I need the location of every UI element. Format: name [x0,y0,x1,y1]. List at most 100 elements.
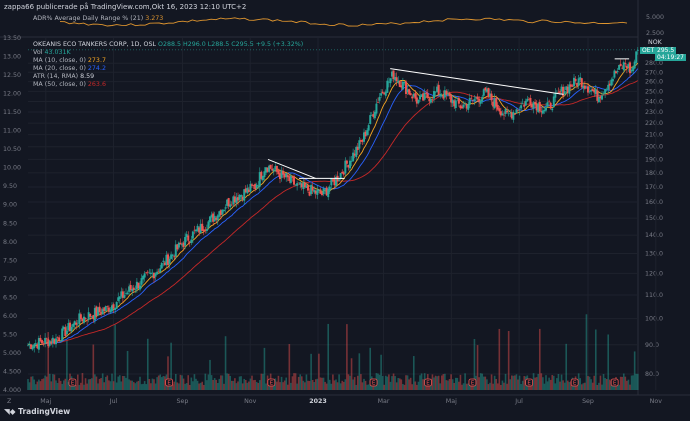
volume-bar [187,375,190,390]
volume-bar [397,378,400,390]
volume-bar [229,375,232,390]
earnings-event-letter: E [270,381,274,387]
right-axis-tick-label: 140.0 [645,232,663,239]
volume-bar [434,375,437,390]
volume-bar [593,375,596,390]
volume-bar [451,379,454,390]
volume-bar [510,375,513,390]
volume-bar [206,380,208,390]
earnings-event-letter: E [573,381,577,387]
volume-bar [420,373,423,390]
volume-bar [297,376,300,390]
candle-body [395,77,398,82]
volume-bar [408,379,410,390]
candle-body [345,160,348,164]
candle-body [126,292,129,295]
candle-body [389,78,392,84]
candle-body [524,100,527,106]
volume-bar [122,375,124,390]
volume-bar [622,373,625,390]
last-price-badge: 295.5 [655,47,677,54]
earnings-event-letter: E [372,381,376,387]
candle-body [134,289,137,290]
candle-body [367,125,370,131]
candle-body [635,51,638,63]
volume-bar [52,374,54,390]
volume-bar [588,376,591,390]
volume-bar [27,379,29,390]
volume-bar [504,373,507,390]
volume-bar [484,376,487,390]
right-axis-tick-label: 270.0 [645,69,663,76]
volume-bar [562,380,564,390]
ma10-value: 273.7 [87,57,106,64]
volume-bar [176,382,179,390]
candle-body [224,207,227,209]
volume-bar [114,324,116,390]
ma50-legend: MA (50, close, 0) 263.6 [33,81,106,89]
volume-bar [618,384,620,390]
volume-bar [476,345,479,390]
ma50-label: MA (50, close, 0) [33,81,86,88]
volume-bar [546,381,549,390]
right-axis-tick-label: 130.0 [645,251,663,258]
volume-bar [212,379,214,390]
volume-bar [458,381,460,390]
volume-bar [515,374,518,390]
volume-bar [437,375,440,390]
right-axis-tick-label: 110.0 [645,292,663,299]
candle-body [269,164,272,169]
volume-bar [490,374,493,390]
volume-bar [159,374,162,390]
candle-body [381,91,384,94]
candle-body [563,91,566,95]
volume-bar [416,384,418,390]
volume-bar [280,376,283,390]
right-axis-tick-label: 150.0 [645,215,663,222]
tradingview-logo-icon: ◥◆ [4,407,16,416]
x-axis-tick-label: Sep [582,398,594,405]
volume-bar [517,379,519,390]
earnings-event-letter: E [613,381,617,387]
volume-bar [302,380,305,390]
candle-body [272,169,275,172]
volume-bar [260,373,263,390]
volume-bar [39,381,42,390]
volume-bar [276,381,278,390]
candle-body [574,78,577,82]
candle-body [27,344,29,346]
ma20-legend: MA (20, close, 0) 274.2 [33,65,106,73]
candle-body [529,98,532,106]
volume-bar [355,384,358,390]
volume-bar [381,375,384,390]
volume-bar [353,377,356,390]
volume-bar [333,380,336,390]
volume-bar [188,384,191,390]
candle-body [58,337,61,341]
candle-body [115,301,118,309]
volume-bar [624,376,627,390]
volume-bar [199,382,202,390]
volume-bar [248,381,250,390]
right-axis-tick-label: 260.0 [645,79,663,86]
volume-bar [136,381,138,390]
candle-body [546,102,549,107]
volume-bar [131,380,134,390]
volume-bar [83,384,85,390]
volume-bar [126,350,129,390]
candle-body [84,317,87,319]
volume-bar [342,381,345,390]
left-axis-tick-label: 4.500 [3,368,21,375]
candle-body [328,186,331,191]
volume-bar [44,375,46,390]
volume-bar [100,378,102,390]
volume-bar [364,380,367,390]
volume-bar [45,376,48,390]
volume-bar [36,381,39,390]
volume-bar [621,376,624,390]
volume-bar [193,374,196,390]
volume-bar [394,376,396,390]
volume-bar [635,373,638,390]
volume-bar [487,384,490,390]
candle-body [75,322,78,325]
